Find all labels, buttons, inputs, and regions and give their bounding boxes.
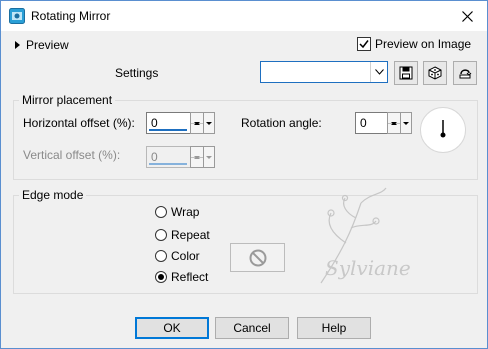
decrement-icon[interactable]: [388, 122, 400, 133]
close-icon: [461, 10, 473, 22]
vertical-offset-stepper: 0: [146, 146, 215, 168]
close-button[interactable]: [447, 1, 487, 31]
settings-dropdown[interactable]: [260, 61, 388, 83]
dropdown-slider-button[interactable]: [400, 112, 412, 134]
value-slider-bar[interactable]: [149, 129, 187, 131]
checkbox-box[interactable]: [357, 37, 371, 51]
watermark-text: Sylviane: [325, 256, 411, 280]
randomize-dice-icon: [428, 66, 442, 80]
no-color-icon: [249, 249, 266, 266]
rotation-angle-input[interactable]: 0: [355, 112, 389, 134]
rotation-angle-value: 0: [360, 116, 367, 130]
checkmark-icon: [359, 40, 369, 49]
edge-mode-color-label: Color: [171, 249, 200, 263]
horizontal-offset-value: 0: [151, 116, 158, 130]
edge-mode-repeat-label: Repeat: [171, 228, 210, 242]
title-bar: Rotating Mirror: [1, 1, 487, 31]
edge-mode-title: Edge mode: [19, 188, 87, 202]
edge-mode-wrap-label: Wrap: [171, 205, 200, 219]
radio-circle[interactable]: [155, 271, 167, 283]
save-preset-icon: [399, 66, 413, 80]
radio-circle[interactable]: [155, 206, 167, 218]
sylviane-watermark-image: Sylviane: [320, 187, 411, 284]
rotation-angle-dial[interactable]: [420, 107, 466, 153]
rotation-angle-stepper[interactable]: 0: [355, 112, 423, 134]
radio-selected-dot: [158, 274, 164, 280]
decrement-icon: [191, 156, 203, 167]
edge-mode-color-radio[interactable]: Color: [155, 249, 200, 263]
preview-expander-label: Preview: [26, 38, 69, 52]
edge-mode-repeat-radio[interactable]: Repeat: [155, 228, 210, 242]
expand-triangle-icon: [15, 41, 20, 49]
mirror-app-icon: [9, 8, 25, 24]
settings-label: Settings: [115, 66, 159, 80]
dial-needle-icon: [440, 120, 446, 138]
save-preset-button[interactable]: [394, 61, 418, 85]
window-title: Rotating Mirror: [31, 9, 111, 23]
edge-mode-wrap-radio[interactable]: Wrap: [155, 205, 199, 219]
horizontal-offset-input[interactable]: 0: [146, 112, 192, 134]
dropdown-slider-button[interactable]: [203, 112, 215, 134]
spin-arrows[interactable]: [387, 112, 401, 134]
edge-mode-reflect-label: Reflect: [171, 270, 209, 284]
preview-on-image-label: Preview on Image: [375, 37, 472, 51]
preview-on-image-checkbox[interactable]: Preview on Image: [357, 37, 471, 51]
vertical-offset-label: Vertical offset (%):: [23, 148, 121, 162]
edge-mode-reflect-radio[interactable]: Reflect: [155, 270, 208, 284]
reset-button[interactable]: [453, 61, 477, 85]
radio-circle[interactable]: [155, 250, 167, 262]
spin-arrows: [190, 146, 204, 168]
dialog-window: Rotating Mirror Preview Preview on Image…: [0, 0, 488, 349]
vertical-offset-input: 0: [146, 146, 192, 168]
spin-arrows[interactable]: [190, 112, 204, 134]
reset-icon: [459, 69, 472, 79]
dropdown-slider-button: [203, 146, 215, 168]
preview-expander[interactable]: Preview: [15, 38, 69, 52]
randomize-button[interactable]: [423, 61, 447, 85]
horizontal-offset-stepper[interactable]: 0: [146, 112, 215, 134]
rotation-angle-label: Rotation angle:: [241, 116, 322, 130]
radio-circle[interactable]: [155, 229, 167, 241]
mirror-placement-title: Mirror placement: [19, 93, 116, 107]
ok-button[interactable]: OK: [135, 317, 209, 339]
horizontal-offset-label: Horizontal offset (%):: [23, 116, 135, 130]
help-button[interactable]: Help: [297, 317, 371, 339]
cancel-button[interactable]: Cancel: [215, 317, 289, 339]
decrement-icon[interactable]: [191, 122, 203, 133]
value-slider-bar: [149, 163, 187, 165]
edge-color-swatch: [230, 243, 285, 272]
chevron-down-icon[interactable]: [370, 62, 387, 82]
vertical-offset-value: 0: [151, 150, 158, 164]
